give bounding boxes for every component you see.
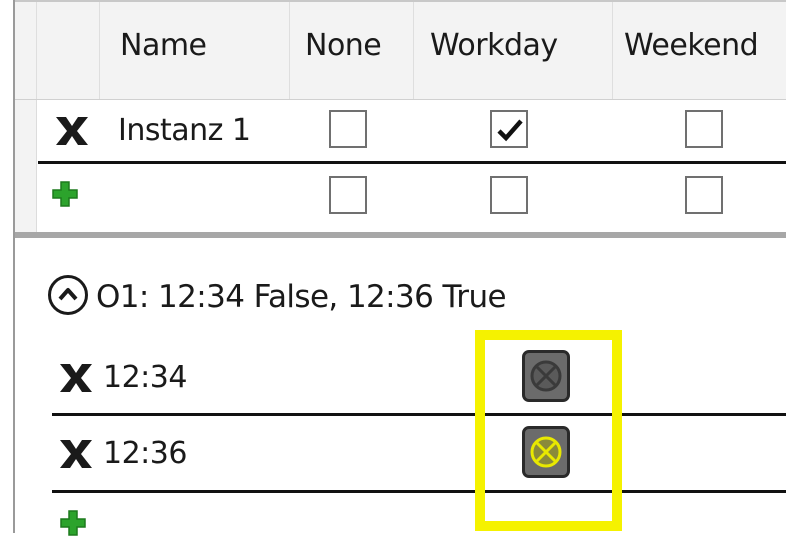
entry-divider xyxy=(52,413,786,416)
column-separator xyxy=(413,2,414,99)
column-header-workday[interactable]: Workday xyxy=(430,28,558,63)
delete-entry-icon[interactable] xyxy=(56,437,96,471)
green-plus-icon[interactable] xyxy=(52,181,78,207)
row-name-cell[interactable]: Instanz 1 xyxy=(118,113,251,148)
row-divider xyxy=(38,161,786,164)
column-separator xyxy=(36,2,37,99)
chevron-up-icon xyxy=(58,288,78,301)
grid-bottom-divider xyxy=(15,232,786,238)
section-title: O1: 12:34 False, 12:36 True xyxy=(96,279,507,315)
highlight-box xyxy=(475,330,622,531)
checkbox-none[interactable] xyxy=(329,176,367,214)
entry-time[interactable]: 12:34 xyxy=(103,360,187,395)
header-divider xyxy=(15,99,786,100)
column-separator xyxy=(612,2,613,99)
column-separator xyxy=(99,2,100,99)
collapse-button[interactable] xyxy=(48,275,88,315)
column-header-name[interactable]: Name xyxy=(120,28,207,63)
column-header-weekend[interactable]: Weekend xyxy=(624,28,759,63)
delete-entry-icon[interactable] xyxy=(56,361,96,395)
checkmark-icon xyxy=(497,119,523,142)
checkbox-workday[interactable] xyxy=(490,110,528,148)
checkbox-weekend[interactable] xyxy=(685,110,723,148)
green-plus-icon[interactable] xyxy=(60,510,86,536)
delete-row-icon[interactable] xyxy=(52,114,92,148)
entry-divider xyxy=(52,490,786,493)
row-header-strip xyxy=(15,100,37,232)
checkbox-weekend[interactable] xyxy=(685,176,723,214)
entry-time[interactable]: 12:36 xyxy=(103,436,187,471)
checkbox-none[interactable] xyxy=(329,110,367,148)
column-header-none[interactable]: None xyxy=(305,28,382,63)
checkbox-workday[interactable] xyxy=(490,176,528,214)
column-separator xyxy=(289,2,290,99)
